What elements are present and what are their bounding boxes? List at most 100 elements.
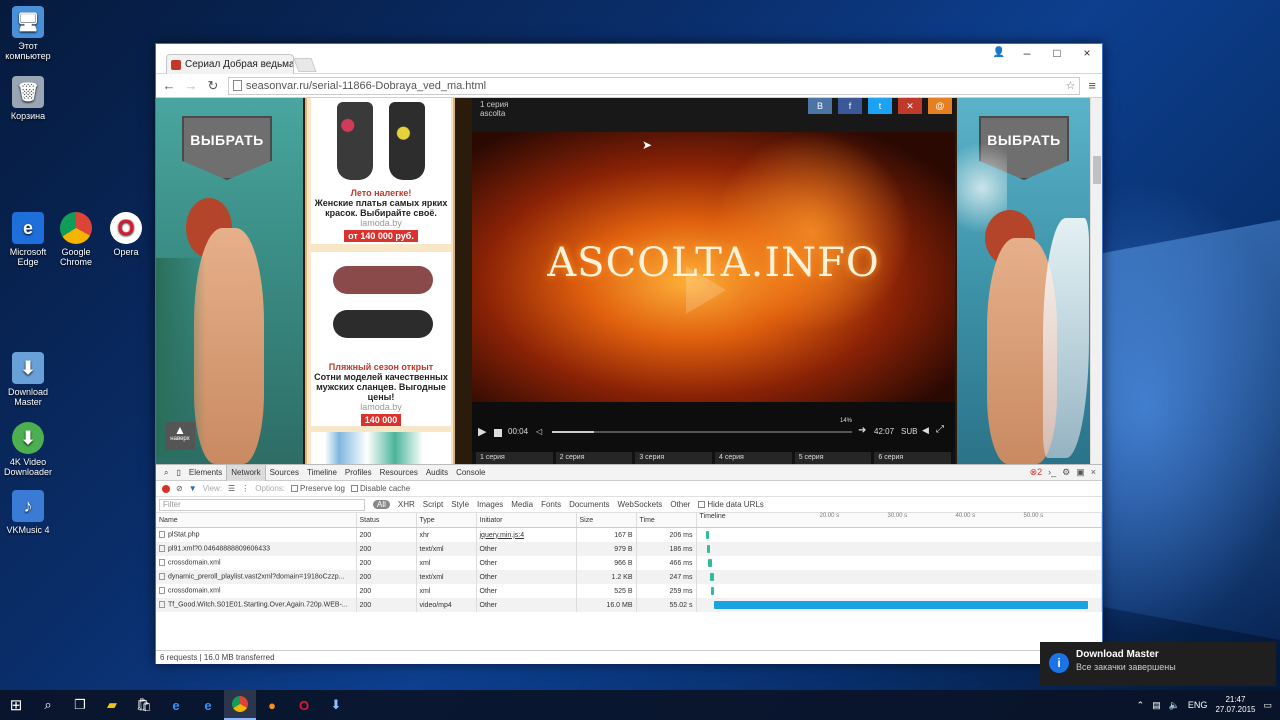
show-hidden-icons-icon[interactable]: ⌃ [1137,700,1145,711]
address-bar[interactable]: seasonvar.ru/serial-11866-Dobraya_ved_ma… [228,76,1081,95]
tab-network[interactable]: Network [226,464,266,481]
start-icon[interactable]: ⊞ [0,690,32,720]
forward-icon[interactable]: ➜ [858,425,866,436]
chrome-icon[interactable] [224,690,256,720]
share-mail-button[interactable]: @ [928,98,952,114]
rewind-icon[interactable]: ◁ [536,427,542,436]
tab-sources[interactable]: Sources [266,465,303,481]
big-play-icon[interactable] [686,266,726,314]
minimize-button[interactable]: – [1012,44,1042,62]
request-initiator[interactable]: jquery.min.js:4 [476,527,577,542]
table-row[interactable]: Tf_Good.Witch.S01E01.Starting.Over.Again… [156,598,1102,612]
col-size[interactable]: Size [576,513,637,528]
filter-xhr[interactable]: XHR [398,500,415,509]
desktop-icon-opera[interactable]: O Opera [98,212,154,257]
scrollbar-thumb[interactable] [1093,156,1101,184]
episode-button[interactable]: 3 серия [635,452,713,464]
store-icon[interactable]: 🛍 [128,690,160,720]
new-tab-button[interactable] [293,58,317,72]
scroll-to-top-button[interactable]: ▲ наверх [165,422,195,450]
notification-toast[interactable]: i Download Master Все закачки завершены [1040,642,1276,686]
table-row[interactable]: crossdomain.xml 200 xml Other 525 B 259 … [156,584,1102,598]
share-vk-button[interactable]: В [808,98,832,114]
col-timeline[interactable]: Timeline 20.00 s 30.00 s 40.00 s 50.00 s [696,513,1102,528]
table-row[interactable]: plStat.php 200 xhr jquery.min.js:4 167 B… [156,527,1102,542]
tab-audits[interactable]: Audits [422,465,452,481]
filter-websockets[interactable]: WebSockets [618,500,663,509]
filter-funnel-icon[interactable]: ▼ [189,484,197,493]
col-name[interactable]: Name [156,513,357,528]
download-master-icon[interactable]: ⬇ [320,690,352,720]
close-devtools-icon[interactable]: × [1091,467,1096,478]
chrome-menu-icon[interactable]: ≡ [1088,78,1096,93]
table-row[interactable]: pl91.xml?0.04648888809606433 200 text/xm… [156,542,1102,556]
close-button[interactable]: × [1072,44,1102,62]
console-drawer-icon[interactable]: ›_ [1048,467,1056,478]
record-icon[interactable] [162,484,170,493]
desktop-icon-download-master[interactable]: ⬇ Download Master [0,352,56,407]
tab-console[interactable]: Console [452,465,489,481]
edge-icon[interactable]: e [160,690,192,720]
edge-icon[interactable]: e [192,690,224,720]
episode-button[interactable]: 1 серия [476,452,553,464]
disable-cache-checkbox[interactable]: Disable cache [350,484,410,493]
desktop-icon-recycle-bin[interactable]: 🗑 Корзина [0,76,56,121]
left-ad-banner[interactable]: ВЫБРАТЬ ▲ наверх [156,98,303,464]
preserve-log-checkbox[interactable]: Preserve log [291,484,345,493]
clear-icon[interactable]: ⊘ [176,484,183,493]
firefox-icon[interactable]: ● [256,690,288,720]
forward-arrow-icon[interactable]: → [184,78,198,93]
tab-timeline[interactable]: Timeline [303,465,341,481]
ad-card-partial[interactable] [311,432,451,464]
progress-bar[interactable] [552,431,852,433]
hide-data-urls-checkbox[interactable]: Hide data URLs [698,500,764,509]
subtitles-button[interactable]: SUB [901,427,917,436]
action-center-icon[interactable]: ▭ [1263,700,1272,711]
desktop-icon-chrome[interactable]: Google Chrome [48,212,104,267]
back-arrow-icon[interactable]: ← [162,78,176,93]
col-type[interactable]: Type [416,513,477,528]
desktop-icon-4k-video-downloader[interactable]: ⬇ 4K Video Downloader [0,422,56,477]
clock[interactable]: 21:47 27.07.2015 [1215,695,1255,715]
filter-images[interactable]: Images [477,500,503,509]
inspect-icon[interactable]: ⌕ [160,465,172,481]
col-time[interactable]: Time [636,513,697,528]
profile-icon[interactable]: 👤 [984,44,1014,62]
share-twitter-button[interactable]: t [868,98,892,114]
network-icon[interactable]: ▤ [1152,700,1161,711]
fullscreen-icon[interactable]: ⤢ [936,424,944,435]
col-initiator[interactable]: Initiator [476,513,577,528]
video-frame[interactable]: ASCOLTA.INFO ➤ [472,132,955,402]
browser-tab[interactable]: Сериал Добрая ведьма ( × [166,54,294,74]
error-badge[interactable]: ⊗2 [1030,467,1043,478]
col-status[interactable]: Status [356,513,417,528]
volume-icon[interactable]: 🔈 [1169,700,1180,711]
filter-fonts[interactable]: Fonts [541,500,561,509]
filter-script[interactable]: Script [423,500,443,509]
right-ad-banner[interactable]: ВЫБРАТЬ [957,98,1092,464]
ad-card-dresses[interactable]: Лето налегке! Женские платья самых ярких… [311,98,451,244]
episode-button[interactable]: 4 серия [715,452,792,464]
bookmark-star-icon[interactable]: ☆ [1066,79,1076,92]
large-rows-icon[interactable]: ☰ [228,484,235,493]
page-scrollbar[interactable] [1090,98,1102,464]
play-icon[interactable]: ▶ [478,425,486,438]
filter-media[interactable]: Media [511,500,533,509]
filter-style[interactable]: Style [451,500,469,509]
filter-other[interactable]: Other [670,500,690,509]
episode-button[interactable]: 6 серия [874,452,952,464]
reload-icon[interactable]: ↻ [206,78,220,94]
language-indicator[interactable]: ENG [1188,700,1208,710]
maximize-button[interactable]: □ [1042,44,1072,62]
share-odnoklassniki-button[interactable]: ✕ [898,98,922,114]
device-mode-icon[interactable]: ▯ [172,465,184,481]
tab-resources[interactable]: Resources [376,465,422,481]
filter-input[interactable]: Filter [159,498,365,511]
table-row[interactable]: dynamic_preroll_playlist.vast2xml?domain… [156,570,1102,584]
table-row[interactable]: crossdomain.xml 200 xml Other 966 B 466 … [156,556,1102,570]
opera-icon[interactable]: O [288,690,320,720]
file-explorer-icon[interactable]: ▰ [96,690,128,720]
tab-profiles[interactable]: Profiles [341,465,376,481]
share-facebook-button[interactable]: f [838,98,862,114]
stop-icon[interactable] [494,429,502,437]
